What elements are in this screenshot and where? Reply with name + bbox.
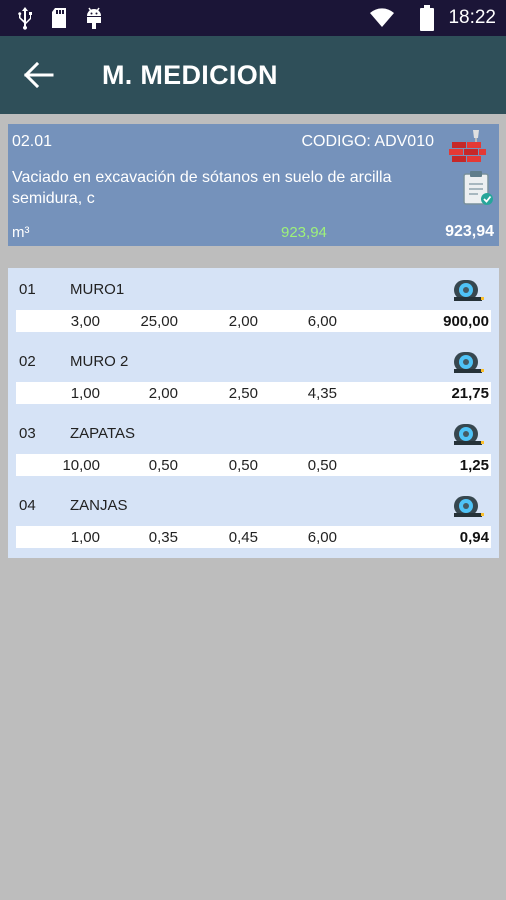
measurement-name: MURO 2	[70, 353, 129, 370]
item-unit: m³	[12, 224, 30, 241]
value-length: 0,35	[148, 529, 178, 546]
value-units: 1,00	[70, 529, 100, 546]
sd-card-icon	[50, 6, 68, 35]
measurement-list: 01 MURO1 3,00 25,00 2,00 6,00 900,00 02 …	[8, 268, 499, 558]
wifi-icon	[370, 8, 394, 33]
value-height: 4,35	[307, 385, 337, 402]
measurement-row[interactable]: 04 ZANJAS 1,00 0,35 0,45 6,00 0,94	[8, 484, 499, 556]
value-height: 0,50	[307, 457, 337, 474]
value-width: 0,50	[228, 457, 258, 474]
measurement-values: 3,00 25,00 2,00 6,00 900,00	[16, 310, 491, 332]
tape-measure-icon[interactable]	[453, 349, 485, 380]
value-length: 2,00	[148, 385, 178, 402]
value-height: 6,00	[307, 529, 337, 546]
value-total: 1,25	[459, 457, 489, 474]
measurement-number: 01	[19, 281, 36, 298]
value-total: 900,00	[443, 313, 489, 330]
android-icon	[84, 6, 104, 35]
measurement-row[interactable]: 02 MURO 2 1,00 2,00 2,50 4,35 21,75	[8, 340, 499, 412]
clipboard-check-icon[interactable]	[462, 170, 494, 211]
usb-icon	[16, 6, 34, 35]
bricks-icon	[449, 128, 487, 169]
measurement-name: ZAPATAS	[70, 425, 136, 442]
status-bar: 18:22	[0, 0, 506, 36]
measurement-values: 1,00 2,00 2,50 4,35 21,75	[16, 382, 491, 404]
value-width: 0,45	[228, 529, 258, 546]
value-width: 2,00	[228, 313, 258, 330]
value-height: 6,00	[307, 313, 337, 330]
tape-measure-icon[interactable]	[453, 277, 485, 308]
value-length: 0,50	[148, 457, 178, 474]
battery-icon	[420, 5, 434, 36]
budget-item-card[interactable]: 02.01 CODIGO: ADV010 Vaciado en excavaci…	[8, 124, 499, 246]
measurement-number: 04	[19, 497, 36, 514]
app-bar: M. MEDICION	[0, 36, 506, 114]
total-quantity: 923,94	[445, 223, 494, 240]
measurement-number: 03	[19, 425, 36, 442]
value-units: 1,00	[70, 385, 100, 402]
page-title: M. MEDICION	[102, 60, 278, 90]
measurement-row[interactable]: 01 MURO1 3,00 25,00 2,00 6,00 900,00	[8, 268, 499, 340]
item-codigo: CODIGO: ADV010	[301, 133, 435, 150]
measurement-values: 10,00 0,50 0,50 0,50 1,25	[16, 454, 491, 476]
measurement-row[interactable]: 03 ZAPATAS 10,00 0,50 0,50 0,50 1,25	[8, 412, 499, 484]
tape-measure-icon[interactable]	[453, 421, 485, 452]
back-arrow-icon[interactable]	[23, 61, 54, 93]
measurement-name: ZANJAS	[70, 497, 128, 514]
measurement-number: 02	[19, 353, 36, 370]
clock: 18:22	[448, 7, 496, 28]
value-total: 0,94	[459, 529, 489, 546]
value-units: 3,00	[70, 313, 100, 330]
tape-measure-icon[interactable]	[453, 493, 485, 524]
value-units: 10,00	[62, 457, 100, 474]
partial-quantity: 923,94	[281, 224, 327, 241]
value-length: 25,00	[140, 313, 178, 330]
measurement-name: MURO1	[70, 281, 125, 298]
value-width: 2,50	[228, 385, 258, 402]
measurement-values: 1,00 0,35 0,45 6,00 0,94	[16, 526, 491, 548]
item-description: Vaciado en excavación de sótanos en suel…	[12, 169, 392, 207]
value-total: 21,75	[451, 385, 489, 402]
item-code: 02.01	[12, 133, 53, 150]
